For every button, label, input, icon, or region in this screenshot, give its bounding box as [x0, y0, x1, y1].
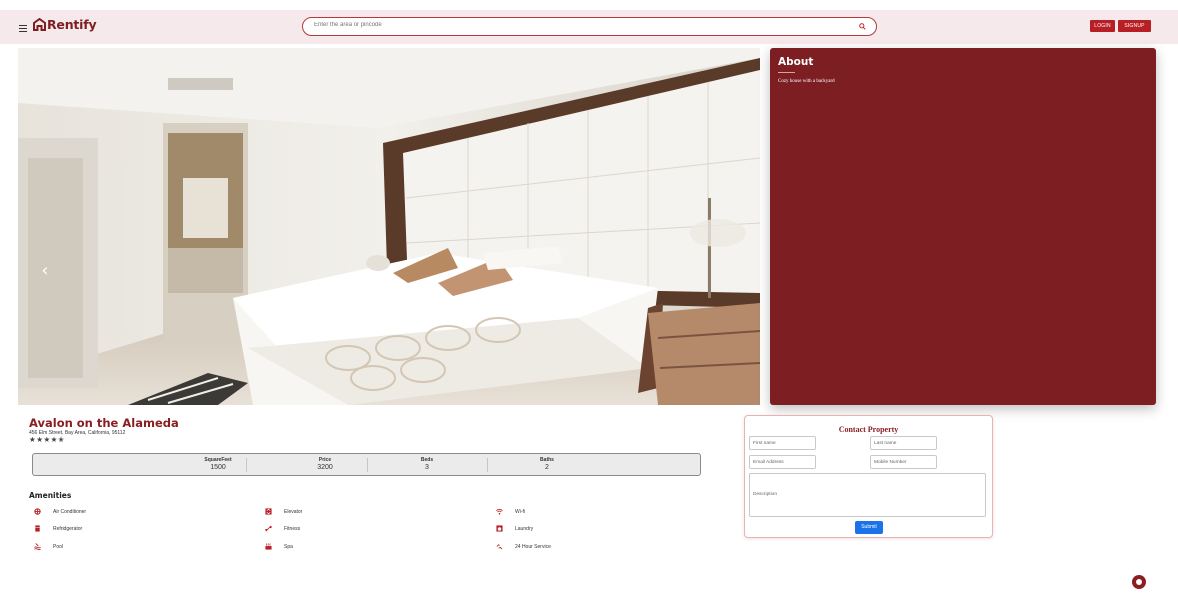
brand-logo[interactable]: Rentify	[33, 17, 97, 32]
property-stats-bar: SquareFeet 1500 Price 3200 Beds 3 Baths …	[32, 453, 701, 476]
stat-squarefeet: SquareFeet 1500	[158, 457, 278, 471]
amenity-item: Spa	[265, 543, 293, 550]
amenity-item: Elevator	[265, 508, 302, 515]
amenity-item: 24 Hour Service	[496, 543, 551, 550]
mobile-number-field[interactable]: Mobile Number	[870, 455, 937, 469]
pool-icon	[34, 543, 41, 550]
stat-label: Beds	[420, 457, 434, 463]
amenity-label: Pool	[53, 543, 64, 550]
next-image-button[interactable]: ›	[758, 262, 760, 280]
property-image-carousel[interactable]: ‹ ›	[18, 48, 760, 405]
amenity-label: Spa	[284, 543, 293, 550]
top-navbar: Rentify LOGIN SIGNUP	[0, 10, 1178, 44]
bedroom-photo	[18, 48, 760, 405]
amenity-label: Elevator	[284, 508, 303, 515]
amenity-label: Laundry	[515, 525, 534, 532]
location-pin-icon[interactable]	[1129, 573, 1149, 593]
amenity-label: Fitness	[284, 525, 301, 532]
hamburger-menu-icon[interactable]	[19, 25, 27, 32]
stat-divider	[246, 458, 247, 472]
stat-baths: Baths 2	[487, 457, 607, 471]
description-field[interactable]: Description	[749, 473, 986, 517]
login-button[interactable]: LOGIN	[1090, 20, 1115, 32]
amenity-label: Air Conditioner	[53, 508, 87, 515]
stat-beds: Beds 3	[367, 457, 487, 471]
brand-name: Rentify	[47, 17, 97, 32]
search-icon[interactable]	[859, 23, 866, 30]
property-title: Avalon on the Alameda	[29, 416, 179, 430]
about-description: Cozy house with a backyard	[778, 79, 835, 84]
service-icon	[496, 544, 503, 550]
amenity-item: Air Conditioner	[34, 508, 86, 515]
laundry-icon	[496, 525, 503, 532]
refrigerator-icon	[35, 525, 40, 532]
wifi-icon	[496, 508, 503, 515]
stat-value: 3	[425, 464, 429, 471]
contact-form: Contact Property First name Last name Em…	[744, 415, 993, 538]
prev-image-button[interactable]: ‹	[38, 262, 52, 280]
contact-title: Contact Property	[838, 425, 899, 434]
submit-button[interactable]: Submit	[855, 521, 883, 534]
signup-button[interactable]: SIGNUP	[1118, 20, 1151, 32]
air-conditioner-icon	[34, 508, 41, 515]
about-title: About	[778, 56, 814, 68]
rating-stars: ★★★★✬	[29, 435, 65, 444]
amenity-item: Fitness	[265, 525, 300, 532]
amenity-item: Laundry	[496, 525, 533, 532]
email-field[interactable]: Email Address	[749, 455, 816, 469]
search-bar[interactable]	[302, 17, 877, 36]
amenities-title: Amenities	[29, 491, 72, 500]
about-panel: About Cozy house with a backyard	[770, 48, 1156, 405]
amenity-item: Wi-fi	[496, 508, 525, 515]
first-name-field[interactable]: First name	[749, 436, 816, 450]
amenity-label: Refridgerator	[53, 525, 83, 532]
stat-value: 1500	[210, 464, 226, 471]
search-input[interactable]	[314, 22, 814, 28]
stat-value: 2	[545, 464, 549, 471]
fitness-icon	[265, 525, 272, 532]
amenity-item: Pool	[34, 543, 63, 550]
spa-icon	[265, 543, 272, 550]
elevator-icon	[265, 508, 272, 515]
stat-label: Baths	[540, 457, 554, 463]
stat-label: SquareFeet	[204, 457, 232, 463]
last-name-field[interactable]: Last name	[870, 436, 937, 450]
amenity-item: Refridgerator	[34, 525, 82, 532]
house-logo-icon	[33, 18, 46, 31]
about-divider	[778, 72, 795, 73]
amenity-label: 24 Hour Service	[515, 543, 551, 550]
amenity-label: Wi-fi	[515, 508, 525, 515]
